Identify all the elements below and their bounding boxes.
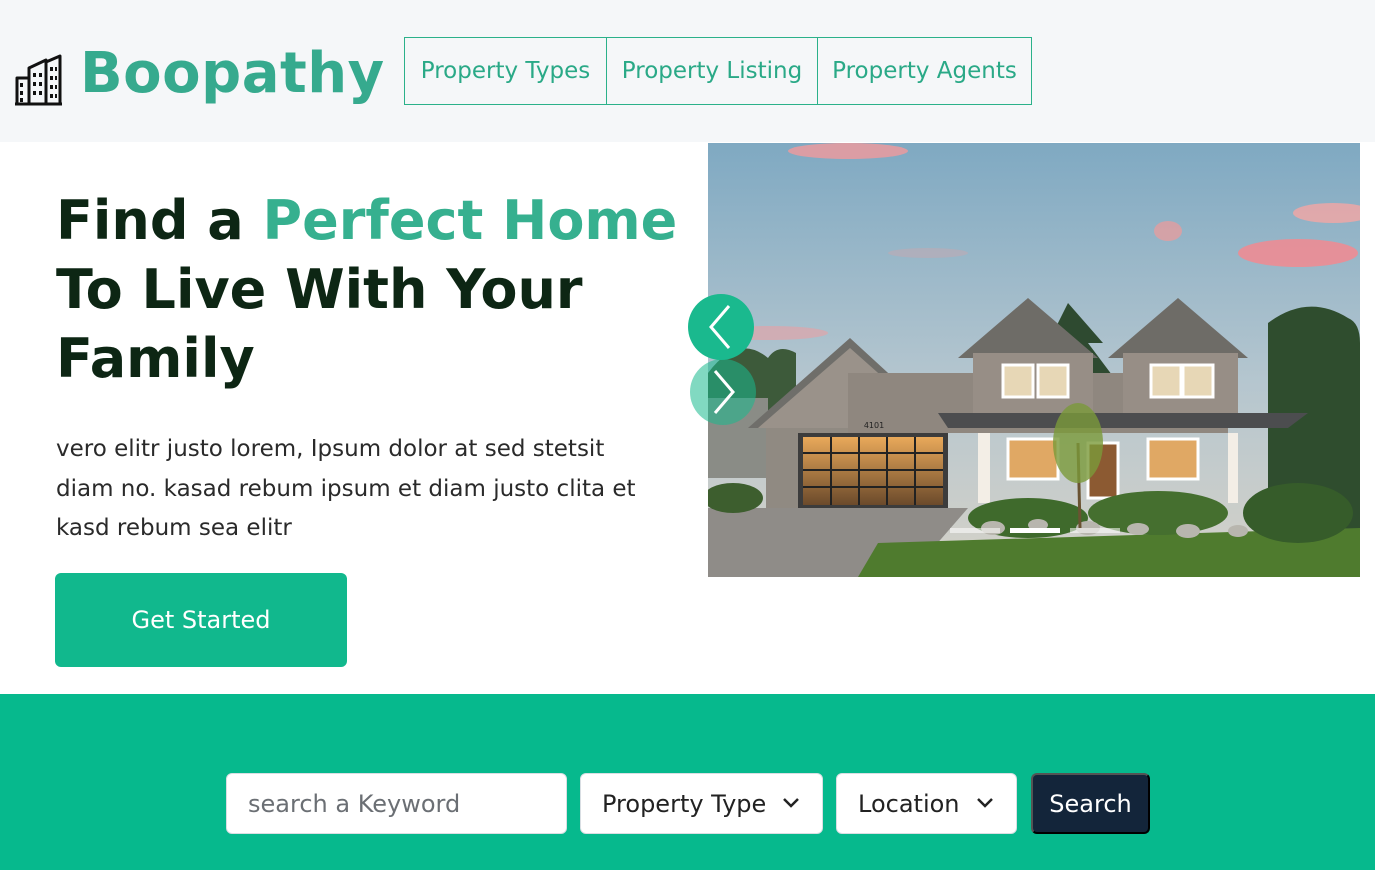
carousel-prev-button[interactable] [688, 294, 754, 360]
site-header: Boopathy Property Types Property Listing… [0, 0, 1375, 142]
location-select[interactable]: Location [836, 773, 1017, 834]
chevron-down-icon [783, 798, 799, 808]
chevron-down-icon [977, 798, 993, 808]
hero-description: vero elitr justo lorem, Ipsum dolor at s… [56, 436, 636, 541]
property-type-value: Property Type [602, 789, 767, 818]
hero-title-part1: Find a [56, 189, 263, 252]
house-number: 4101 [864, 421, 884, 430]
brand-name: Boopathy [80, 40, 385, 106]
hero-title-part2: To Live With Your Family [56, 258, 583, 390]
nav-property-agents[interactable]: Property Agents [817, 38, 1031, 104]
house-photo: 4101 [708, 143, 1360, 577]
chevron-right-icon [713, 370, 735, 414]
carousel-indicator-2[interactable] [1010, 528, 1060, 533]
carousel-indicators [950, 528, 1120, 533]
chevron-left-icon [709, 305, 731, 349]
carousel-indicator-1[interactable] [950, 528, 1000, 533]
carousel-next-button[interactable] [690, 359, 756, 425]
search-button[interactable]: Search [1031, 773, 1150, 834]
keyword-search-input[interactable]: search a Keyword [226, 773, 567, 834]
carousel-indicator-3[interactable] [1070, 528, 1120, 533]
building-icon [15, 54, 62, 106]
location-value: Location [858, 789, 960, 818]
keyword-placeholder: search a Keyword [248, 789, 461, 818]
nav-property-listing[interactable]: Property Listing [606, 38, 817, 104]
brand-logo[interactable]: Boopathy [14, 38, 385, 108]
hero-title-accent: Perfect Home [262, 189, 678, 252]
main-nav: Property Types Property Listing Property… [404, 37, 1032, 105]
hero-title: Find a Perfect Home To Live With Your Fa… [56, 186, 696, 393]
hero-carousel: 4101 [708, 143, 1360, 577]
nav-property-types[interactable]: Property Types [405, 38, 606, 104]
property-type-select[interactable]: Property Type [580, 773, 823, 834]
get-started-button[interactable]: Get Started [55, 573, 347, 667]
